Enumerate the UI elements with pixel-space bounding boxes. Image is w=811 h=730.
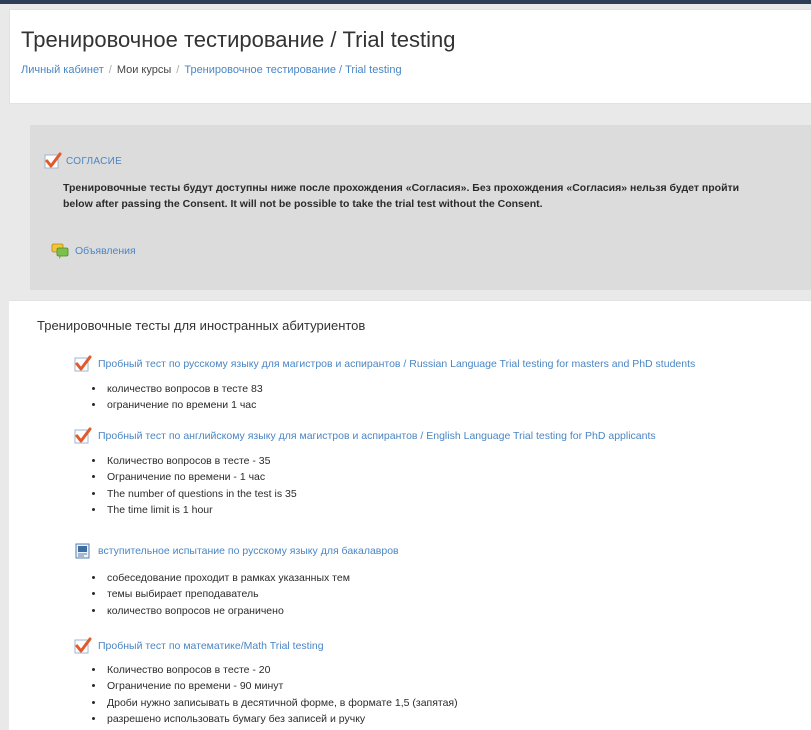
assignment-icon <box>75 543 90 559</box>
page-title: Тренировочное тестирование / Trial testi… <box>21 27 456 52</box>
list-item: Количество вопросов в тесте - 35 <box>105 453 297 469</box>
activity-details: собеседование проходит в рамках указанны… <box>93 570 350 619</box>
quiz-checkmark-icon <box>74 427 92 444</box>
forum-icon <box>51 243 69 259</box>
announcements-activity[interactable]: Объявления <box>51 242 136 260</box>
list-item: количество вопросов в тесте 83 <box>105 381 263 397</box>
list-item: The time limit is 1 hour <box>105 502 297 518</box>
activity-link[interactable]: Пробный тест по математике/Math Trial te… <box>98 640 324 652</box>
quiz-checkmark-icon <box>74 637 92 654</box>
announcements-link[interactable]: Объявления <box>75 245 136 257</box>
list-item: собеседование проходит в рамках указанны… <box>105 570 350 586</box>
breadcrumb: Личный кабинет / Мои курсы / Тренировочное т… <box>21 64 402 76</box>
activity-english-trial[interactable]: Пробный тест по английскому языку для ма… <box>74 427 656 445</box>
list-item: Ограничение по времени - 90 минут <box>105 678 458 694</box>
activity-russian-trial[interactable]: Пробный тест по русскому языку для магис… <box>74 355 695 373</box>
section-title: Тренировочные тесты для иностранных абит… <box>37 318 366 333</box>
list-item: Ограничение по времени - 1 час <box>105 469 297 485</box>
breadcrumb-current[interactable]: Тренировочное тестирование / Trial testi… <box>184 64 401 76</box>
list-item: Количество вопросов в тесте - 20 <box>105 662 458 678</box>
breadcrumb-separator: / <box>108 64 112 76</box>
list-item: количество вопросов не ограничено <box>105 603 350 619</box>
quiz-checkmark-icon <box>74 355 92 372</box>
activity-link[interactable]: Пробный тест по русскому языку для магис… <box>98 358 695 370</box>
quiz-checkmark-icon <box>44 152 62 169</box>
list-item: ограничение по времени 1 час <box>105 397 263 413</box>
list-item: темы выбирает преподаватель <box>105 586 350 602</box>
activity-details: Количество вопросов в тесте - 20 Огранич… <box>93 662 458 728</box>
activity-math-trial[interactable]: Пробный тест по математике/Math Trial te… <box>74 637 324 655</box>
consent-description: Тренировочные тесты будут доступны ниже … <box>63 182 740 210</box>
activity-bachelor-russian[interactable]: вступительное испытание по русскому язык… <box>74 542 399 560</box>
list-item: разрешено использовать бумагу без записе… <box>105 711 458 727</box>
page-header <box>9 9 811 104</box>
breadcrumb-my-courses[interactable]: Мои курсы <box>117 64 171 76</box>
activity-link[interactable]: Пробный тест по английскому языку для ма… <box>98 430 656 442</box>
activity-details: Количество вопросов в тесте - 35 Огранич… <box>93 453 297 519</box>
activity-details: количество вопросов в тесте 83 ограничен… <box>93 381 263 414</box>
consent-link[interactable]: СОГЛАСИЕ <box>66 156 122 167</box>
top-navbar <box>0 0 811 4</box>
activity-link[interactable]: вступительное испытание по русскому язык… <box>98 545 399 557</box>
breadcrumb-separator: / <box>176 64 180 76</box>
list-item: The number of questions in the test is 3… <box>105 486 297 502</box>
consent-activity[interactable]: СОГЛАСИЕ <box>44 152 122 170</box>
breadcrumb-home[interactable]: Личный кабинет <box>21 64 104 76</box>
list-item: Дроби нужно записывать в десятичной форм… <box>105 695 458 711</box>
